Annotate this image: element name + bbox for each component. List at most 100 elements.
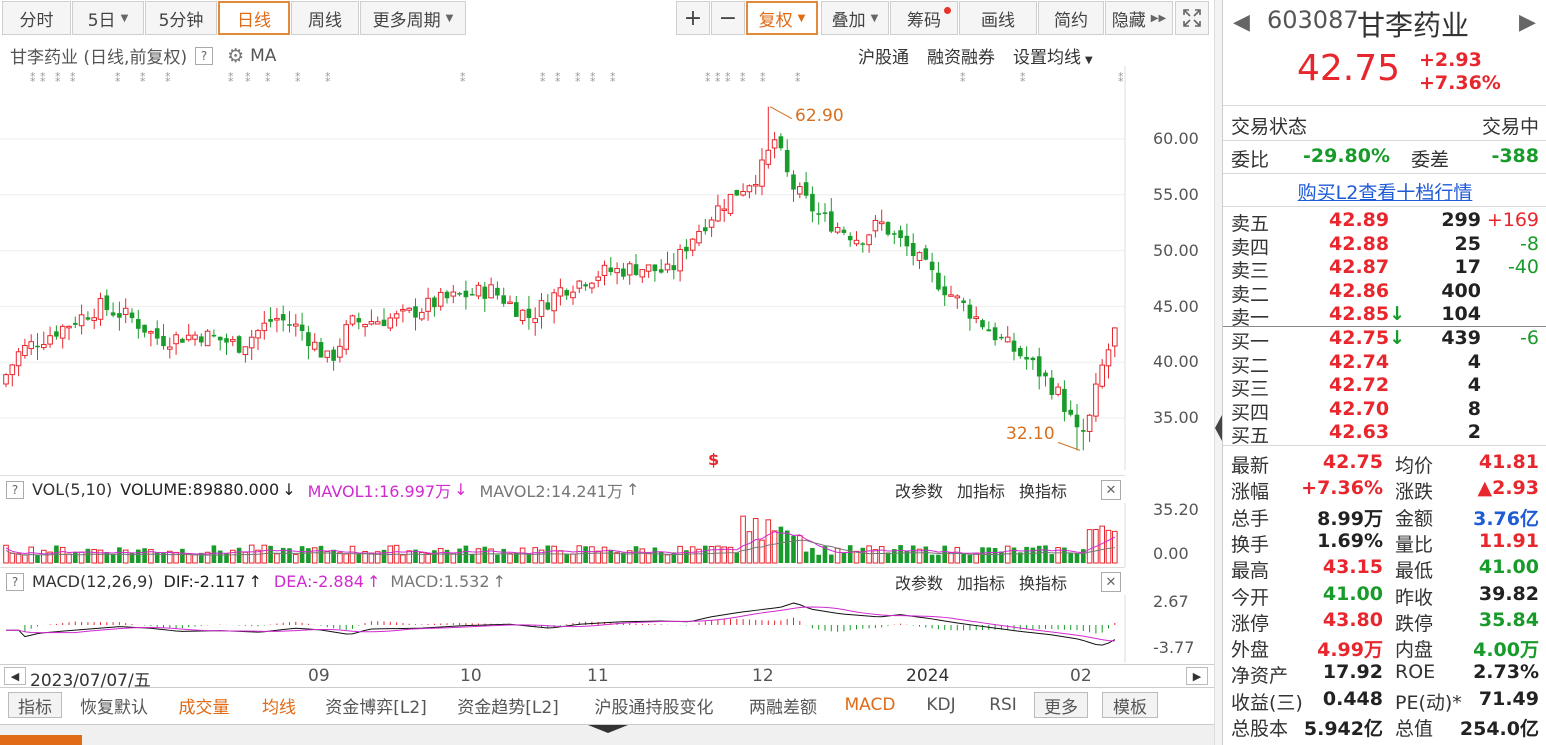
vol-add-indicator[interactable]: 加指标 xyxy=(957,478,1005,502)
tab-kdj[interactable]: KDJ xyxy=(914,692,968,718)
ma-label[interactable]: MA xyxy=(250,46,276,66)
tab-5day[interactable]: 5日 ▼ xyxy=(72,1,144,35)
tab-hgt-holdings[interactable]: 沪股通持股变化 xyxy=(580,692,728,718)
x-label-12: 12 xyxy=(752,666,774,686)
tab-more-periods[interactable]: 更多周期 ▼ xyxy=(360,1,466,35)
volume-bar xyxy=(778,526,784,563)
candle-body xyxy=(199,336,204,343)
tab-fund-trend[interactable]: 资金趋势[L2] xyxy=(448,692,568,718)
tab-restore-default[interactable]: 恢复默认 xyxy=(70,692,158,718)
volume-bar xyxy=(482,546,488,563)
macd-add-indicator[interactable]: 加指标 xyxy=(957,570,1005,594)
tab-more[interactable]: 更多 xyxy=(1034,692,1088,718)
bid-price[interactable]: 42.75↓ xyxy=(1329,327,1405,349)
collapse-left-icon[interactable] xyxy=(1215,415,1222,441)
fuquan-button[interactable]: 复权 ▼ xyxy=(746,1,818,35)
l2-link[interactable]: 购买L2查看十档行情 xyxy=(1223,178,1546,205)
volume-bar xyxy=(614,552,620,564)
arrow-down-icon: ↓ xyxy=(1389,327,1406,349)
next-stock-icon[interactable]: ▶ xyxy=(1519,10,1536,35)
prev-stock-icon[interactable]: ◀ xyxy=(1233,10,1250,35)
overlay-button[interactable]: 叠加 ▼ xyxy=(821,1,889,35)
link-set-ma[interactable]: 设置均线 ▼ xyxy=(1013,43,1093,68)
settings-gear-icon[interactable]: ⚙ xyxy=(227,45,244,67)
zoom-in-button[interactable]: + xyxy=(676,1,710,35)
candle-body xyxy=(595,276,602,281)
bid-price[interactable]: 42.63 xyxy=(1329,421,1389,443)
event-marker-icon[interactable]: $ xyxy=(708,450,719,469)
link-hugutong[interactable]: 沪股通 xyxy=(858,43,909,68)
stat-label: 最低 xyxy=(1395,560,1434,583)
help-icon[interactable]: ? xyxy=(6,572,24,591)
arrow-down-icon: ↓ xyxy=(454,480,468,499)
ask-price[interactable]: 42.85↓ xyxy=(1329,303,1405,325)
mavol1-line xyxy=(5,531,1116,555)
tab-5min[interactable]: 5分钟 xyxy=(145,1,217,35)
draw-line-button[interactable]: 画线 xyxy=(959,1,1037,35)
help-icon[interactable]: ? xyxy=(195,46,214,65)
scroll-left-icon[interactable]: ◀ xyxy=(4,667,26,685)
volume-bar xyxy=(639,548,646,564)
kline-chart[interactable]: ⁑ ⁑ ⁑ ⁑ ⁑ ⁑ ⁑ ⁑ ⁑ ⁑ ⁑ ⁑ ⁑ ⁑ ⁑ ⁑ ⁑ ⁑ ⁑ ⁑ ⁑ ⁑ ⁑ ⁑ ⁑ ⁑ ⁑ xyxy=(0,66,1214,470)
collapse-arrow-icon[interactable] xyxy=(588,725,628,733)
vol-switch-indicator[interactable]: 换指标 xyxy=(1019,478,1067,502)
volume-bar xyxy=(242,551,249,564)
candle-body xyxy=(519,309,526,322)
volume-bar xyxy=(999,551,1004,563)
hide-button[interactable]: 隐藏 ▶▶ xyxy=(1105,1,1173,35)
panel-splitter[interactable] xyxy=(1214,0,1222,745)
volume-bar xyxy=(816,554,821,563)
link-margin[interactable]: 融资融券 xyxy=(927,43,995,68)
stat-value: 41.00 xyxy=(1478,556,1539,579)
wc-label: 委差 xyxy=(1411,149,1450,171)
chips-button[interactable]: 筹码 xyxy=(890,1,958,35)
volume-bar xyxy=(1068,552,1073,563)
bid-price[interactable]: 42.70 xyxy=(1329,398,1389,420)
tab-fenshi[interactable]: 分时 xyxy=(2,1,71,35)
tab-weekly[interactable]: 周线 xyxy=(291,1,359,35)
volume-bar xyxy=(192,554,198,564)
candle-body xyxy=(841,229,847,233)
event-marker-icon: ⁑ xyxy=(140,72,146,85)
stat-label: 最高 xyxy=(1231,560,1270,583)
ask-volume: 17 xyxy=(1454,256,1481,279)
tab-fund-game[interactable]: 资金博弈[L2] xyxy=(316,692,436,718)
chips-label: 筹码 xyxy=(907,10,941,31)
tab-template[interactable]: 模板 xyxy=(1102,692,1158,718)
close-icon[interactable]: ✕ xyxy=(1101,480,1121,500)
vol-change-params[interactable]: 改参数 xyxy=(895,478,943,502)
macd-switch-indicator[interactable]: 换指标 xyxy=(1019,570,1067,594)
tab-rsi[interactable]: RSI xyxy=(978,692,1028,718)
tab-daily[interactable]: 日线 xyxy=(218,1,290,35)
candle-body xyxy=(916,252,923,261)
simple-button[interactable]: 简约 xyxy=(1038,1,1104,35)
ask-price[interactable]: 42.88 xyxy=(1329,233,1389,255)
zoom-out-button[interactable]: − xyxy=(711,1,745,35)
scroll-right-icon[interactable]: ▶ xyxy=(1186,667,1208,685)
event-marker-icon: ⁑ xyxy=(590,72,596,85)
tab-volume[interactable]: 成交量 xyxy=(168,692,240,718)
macd-chart[interactable] xyxy=(0,595,1130,663)
dif-line xyxy=(6,602,1116,646)
fullscreen-icon[interactable] xyxy=(1175,1,1209,35)
volume-bar xyxy=(217,550,223,563)
help-icon[interactable]: ? xyxy=(6,480,24,499)
tab-ma[interactable]: 均线 xyxy=(252,692,306,718)
tab-margin-diff[interactable]: 两融差额 xyxy=(738,692,828,718)
candle-body xyxy=(608,267,614,273)
close-icon[interactable]: ✕ xyxy=(1101,572,1121,592)
stat-value: 43.15 xyxy=(1322,556,1383,579)
ask-price[interactable]: 42.87 xyxy=(1329,256,1389,278)
candle-body xyxy=(255,330,261,339)
chart-title-row: 甘李药业 (日线,前复权) ? ⚙ MA xyxy=(10,43,276,69)
ask-price[interactable]: 42.89 xyxy=(1329,209,1389,231)
bid-price[interactable]: 42.74 xyxy=(1329,351,1389,373)
tab-indicator[interactable]: 指标 xyxy=(8,692,62,718)
bid-price[interactable]: 42.72 xyxy=(1329,374,1389,396)
tab-macd[interactable]: MACD xyxy=(838,692,902,718)
volume-chart[interactable] xyxy=(0,503,1130,567)
ask-price[interactable]: 42.86 xyxy=(1329,280,1389,302)
event-marker-icon: ⁑ xyxy=(1118,72,1124,85)
macd-change-params[interactable]: 改参数 xyxy=(895,570,943,594)
active-strip-tab[interactable] xyxy=(0,735,82,745)
